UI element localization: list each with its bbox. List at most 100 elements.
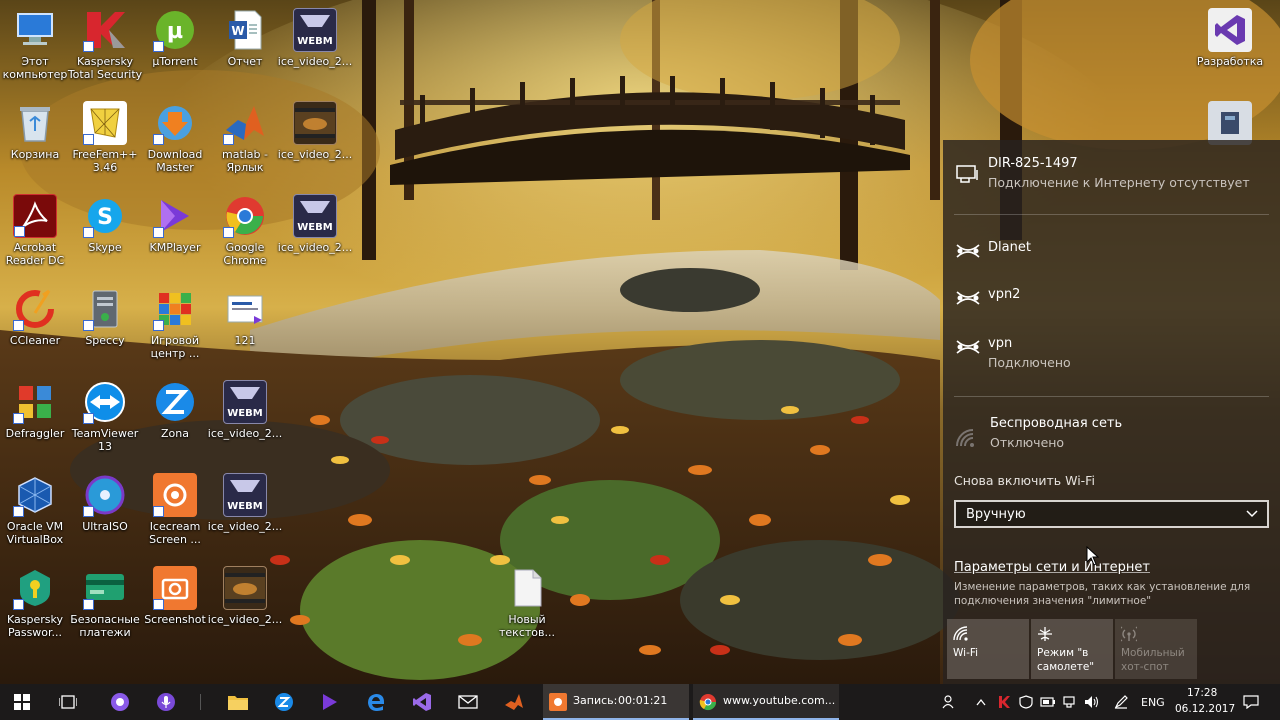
desktop-icon-label: Screenshot xyxy=(144,613,206,626)
network-item-vpn2[interactable]: vpn2 xyxy=(943,279,1280,311)
desktop-icon-screenshot[interactable]: Screenshot xyxy=(137,558,213,646)
clock-date[interactable]: 06.12.2017 xyxy=(1175,703,1235,715)
acrobat-icon xyxy=(13,194,57,238)
quick-action-label: Wi-Fi xyxy=(953,647,979,659)
desktop-icon-video-3[interactable]: WEBM ice_video_2... xyxy=(277,186,353,274)
desktop-icon-video-6[interactable]: ice_video_2... xyxy=(207,558,283,646)
desktop-icon-recycle-bin[interactable]: Корзина xyxy=(0,93,73,181)
battery-button[interactable] xyxy=(1038,684,1058,720)
desktop-icon-video-5[interactable]: WEBM ice_video_2... xyxy=(207,465,283,553)
desktop-icon-label: Новый текстов... xyxy=(499,613,555,639)
input-language[interactable]: ENG xyxy=(1141,696,1165,709)
ultraiso-icon xyxy=(83,473,127,517)
desktop-icon-icecream[interactable]: Icecream Screen ... xyxy=(137,465,213,553)
desktop-icon-121[interactable]: 121 xyxy=(207,279,283,367)
taskbar-recording-window[interactable]: Запись: 00:01:21 xyxy=(543,684,689,720)
network-status: Подключено xyxy=(988,355,1071,370)
zona-taskbar-button[interactable] xyxy=(268,684,300,720)
desktop-icon-acrobat[interactable]: Acrobat Reader DC xyxy=(0,186,73,274)
alice-button[interactable] xyxy=(104,684,136,720)
safe-payments-icon xyxy=(83,566,127,610)
desktop-icon-label: Skype xyxy=(88,241,122,254)
network-settings-link[interactable]: Параметры сети и Интернет xyxy=(954,560,1150,575)
desktop-icon-development[interactable]: Разработка xyxy=(1192,0,1268,88)
image-file-icon xyxy=(223,287,267,331)
desktop-icon-label: Безопасные платежи xyxy=(70,613,140,639)
desktop-icon-new-text[interactable]: Новый текстов... xyxy=(489,558,565,646)
tray-kaspersky-button[interactable] xyxy=(994,684,1014,720)
desktop-icon-kmplayer[interactable]: KMPlayer xyxy=(137,186,213,274)
network-item-vpn[interactable]: vpn Подключено xyxy=(943,328,1280,372)
file-explorer-button[interactable] xyxy=(222,684,254,720)
download-master-icon xyxy=(153,101,197,145)
desktop-icon-virtualbox[interactable]: Oracle VM VirtualBox xyxy=(0,465,73,553)
desktop-icon-label: µTorrent xyxy=(152,55,198,68)
kmplayer-icon xyxy=(153,194,197,238)
network-item-dlanet[interactable]: Dlanet xyxy=(943,232,1280,264)
svg-text:µ: µ xyxy=(167,19,183,44)
kmplayer-taskbar-button[interactable] xyxy=(314,684,346,720)
network-flyout: DIR-825-1497 Подключение к Интернету отс… xyxy=(943,140,1280,684)
desktop-icon-teamviewer[interactable]: TeamViewer 13 xyxy=(67,372,143,460)
desktop-icon-defraggler[interactable]: Defraggler xyxy=(0,372,73,460)
quick-action-airplane-mode[interactable]: Режим "в самолете" xyxy=(1031,619,1113,679)
game-center-icon xyxy=(153,287,197,331)
people-button[interactable] xyxy=(938,684,960,720)
pen-workspace-button[interactable] xyxy=(1110,684,1132,720)
screenshot-icon xyxy=(153,566,197,610)
desktop-icon-report[interactable]: W Отчет xyxy=(207,0,283,88)
tray-app-button[interactable] xyxy=(1016,684,1036,720)
battery-icon xyxy=(1040,697,1055,707)
windows-logo-icon xyxy=(14,694,30,710)
network-status: Подключение к Интернету отсутствует xyxy=(988,175,1250,190)
show-hidden-icons-button[interactable] xyxy=(972,684,990,720)
desktop-icon-freefem[interactable]: FreeFem++ 3.46 xyxy=(67,93,143,181)
desktop-icon-utorrent[interactable]: µ µTorrent xyxy=(137,0,213,88)
network-tray-button[interactable] xyxy=(1060,684,1080,720)
desktop-icon-speccy[interactable]: Speccy xyxy=(67,279,143,367)
svg-text:S: S xyxy=(97,205,113,230)
edge-button[interactable] xyxy=(360,684,392,720)
desktop-icon-label: Kaspersky Passwor... xyxy=(7,613,63,639)
mail-button[interactable] xyxy=(452,684,484,720)
kaspersky-tray-icon xyxy=(999,696,1010,708)
taskbar-chrome-window[interactable]: www.youtube.com... xyxy=(693,684,839,720)
desktop-icon-this-pc[interactable]: Этот компьютер xyxy=(0,0,73,88)
voice-search-button[interactable] xyxy=(150,684,182,720)
task-view-button[interactable] xyxy=(50,684,86,720)
network-item-dir825[interactable]: DIR-825-1497 Подключение к Интернету отс… xyxy=(943,152,1280,196)
desktop-icon-video-4[interactable]: WEBM ice_video_2... xyxy=(207,372,283,460)
network-item-wireless[interactable]: Беспроводная сеть Отключено xyxy=(943,412,1280,456)
desktop-icon-video-2[interactable]: ice_video_2... xyxy=(277,93,353,181)
matlab-taskbar-button[interactable] xyxy=(498,684,530,720)
wifi-reenable-dropdown[interactable]: Вручную xyxy=(954,500,1269,528)
desktop-icon-kaspersky[interactable]: Kaspersky Total Security xyxy=(67,0,143,88)
quick-action-mobile-hotspot[interactable]: Мобильный хот-спот xyxy=(1115,619,1197,679)
desktop-icon-ultraiso[interactable]: UltraISO xyxy=(67,465,143,553)
ccleaner-icon xyxy=(13,287,57,331)
visual-studio-taskbar-button[interactable] xyxy=(406,684,438,720)
desktop-icon-download-master[interactable]: Download Master xyxy=(137,93,213,181)
shield-icon xyxy=(1019,695,1033,709)
desktop-icon-label: Defraggler xyxy=(5,427,65,440)
clock-time[interactable]: 17:28 xyxy=(1187,687,1217,699)
desktop-icon-ccleaner[interactable]: CCleaner xyxy=(0,279,73,367)
quick-action-wifi[interactable]: Wi-Fi xyxy=(947,619,1029,679)
desktop-icon-kaspersky-password[interactable]: Kaspersky Passwor... xyxy=(0,558,73,646)
desktop-icon-skype[interactable]: S Skype xyxy=(67,186,143,274)
desktop-icon-chrome[interactable]: Google Chrome xyxy=(207,186,283,274)
start-button[interactable] xyxy=(0,684,44,720)
icecream-icon xyxy=(153,473,197,517)
desktop-icon-safe-payments[interactable]: Безопасные платежи xyxy=(67,558,143,646)
desktop-icon-label: Google Chrome xyxy=(223,241,267,267)
wifi-off-icon xyxy=(956,429,974,447)
volume-button[interactable] xyxy=(1082,684,1102,720)
desktop-icon-label: Отчет xyxy=(227,55,263,68)
desktop-icon-video-1[interactable]: WEBM ice_video_2... xyxy=(277,0,353,88)
svg-text:W: W xyxy=(231,24,244,38)
desktop-icon-game-center[interactable]: Игровой центр ... xyxy=(137,279,213,367)
action-center-button[interactable] xyxy=(1238,684,1264,720)
webm-file-icon: WEBM xyxy=(223,380,267,424)
desktop-icon-matlab[interactable]: matlab - Ярлык xyxy=(207,93,283,181)
desktop-icon-zona[interactable]: Zona xyxy=(137,372,213,460)
